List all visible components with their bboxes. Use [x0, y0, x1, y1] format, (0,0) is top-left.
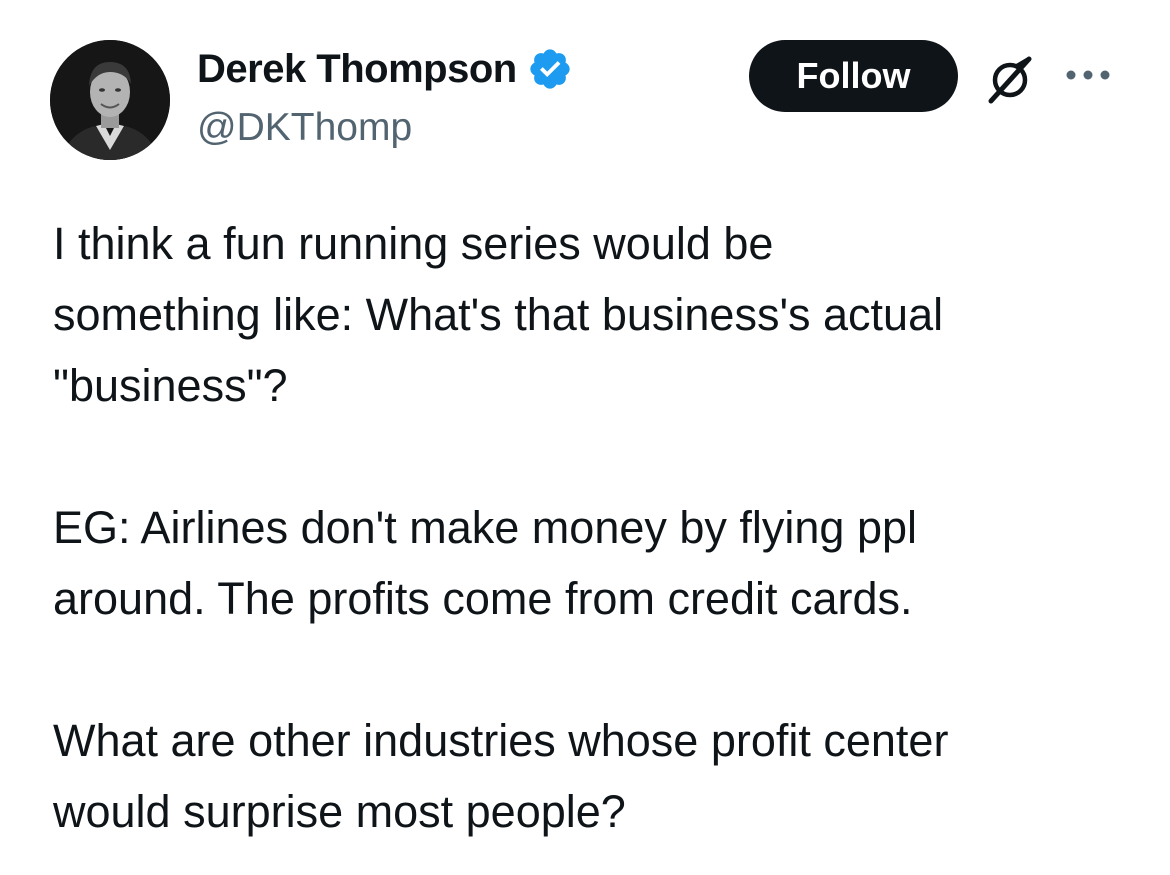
author-handle[interactable]: @DKThomp	[197, 106, 412, 150]
grok-icon[interactable]	[983, 52, 1037, 106]
tweet-line: What are other industries whose profit c…	[53, 715, 949, 766]
tweet-line: would surprise most people?	[53, 786, 626, 837]
tweet-line: around. The profits come from credit car…	[53, 573, 913, 624]
author-name-row: Derek Thompson	[197, 44, 573, 94]
tweet-text: I think a fun running series would be so…	[53, 208, 1143, 847]
follow-button[interactable]: Follow	[749, 40, 958, 112]
tweet-line: something like: What's that business's a…	[53, 289, 944, 340]
author-display-name[interactable]: Derek Thompson	[197, 47, 517, 92]
avatar-photo	[50, 40, 170, 160]
more-icon[interactable]	[1063, 60, 1113, 90]
tweet-line: "business"?	[53, 360, 288, 411]
tweet-line: EG: Airlines don't make money by flying …	[53, 502, 918, 553]
tweet: Derek Thompson @DKThomp Follow I think a…	[0, 0, 1170, 875]
tweet-line: I think a fun running series would be	[53, 218, 774, 269]
verified-badge-icon	[530, 49, 570, 89]
avatar[interactable]	[50, 40, 170, 160]
